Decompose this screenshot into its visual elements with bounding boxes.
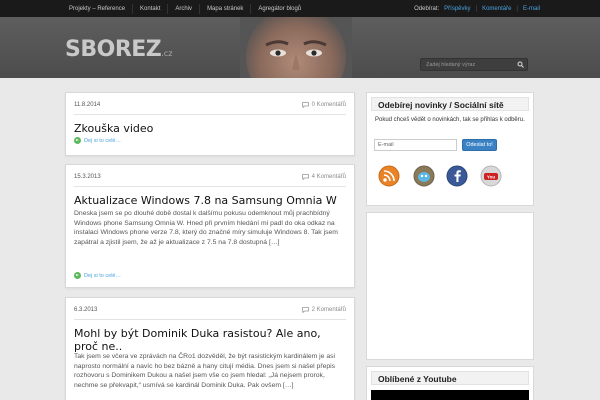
post-date: 15.3.2013	[74, 174, 101, 180]
logo-text: SBOREZ	[65, 37, 162, 62]
post-comments-link[interactable]: 2 Komentářů	[301, 307, 346, 313]
divider	[74, 114, 346, 115]
read-more-link[interactable]: Dej si to celé…	[74, 137, 121, 144]
youtube-widget: Oblíbené z Youtube	[366, 366, 534, 400]
comments-feed-link[interactable]: Komentáře	[482, 6, 511, 12]
post-card: 6.3.2013 2 Komentářů Mohl by být Dominik…	[65, 297, 355, 400]
send-button[interactable]: Odeslat to!	[462, 139, 497, 151]
read-more-link[interactable]: Dej si to celé…	[74, 272, 121, 279]
post-comments-link[interactable]: 0 Komentářů	[301, 102, 346, 108]
email-field[interactable]: E-mail	[374, 139, 457, 151]
search-placeholder: Zadej hledaný výraz	[426, 62, 476, 68]
read-more-icon	[74, 137, 81, 144]
youtube-icon[interactable]: You	[480, 165, 502, 187]
post-meta: 15.3.2013 4 Komentářů	[74, 174, 346, 184]
nav-item-sitemap[interactable]: Mapa stránek	[200, 3, 252, 14]
site-logo[interactable]: SBOREZ.cz	[65, 37, 172, 62]
header-portrait	[240, 17, 352, 78]
email-feed-link[interactable]: E-mail	[523, 6, 540, 12]
divider	[74, 319, 346, 320]
nav-item-archive[interactable]: Archiv	[168, 3, 201, 14]
comment-count: 4 Komentářů	[311, 174, 346, 180]
posts-feed-link[interactable]: Příspěvky	[444, 6, 470, 12]
comment-icon	[301, 307, 309, 313]
post-date: 11.8.2014	[74, 102, 101, 108]
nav-item-projects[interactable]: Projekty – Reference	[62, 3, 134, 14]
comment-icon	[301, 174, 309, 180]
facebook-icon[interactable]	[446, 165, 468, 187]
subscribe-label: Odebírat:	[414, 5, 440, 12]
divider: |	[475, 5, 478, 12]
email-placeholder: E-mail	[378, 142, 394, 148]
rss-icon[interactable]	[378, 165, 400, 187]
top-bar: Projekty – Reference Kontakt Archiv Mapa…	[0, 0, 600, 17]
widget-title: Odebírej novinky / Sociální sítě	[371, 97, 529, 111]
twitter-icon[interactable]	[413, 165, 435, 187]
subscribe-links: Odebírat: Příspěvky | Komentáře | E-mail	[414, 0, 540, 17]
read-more-icon	[74, 272, 81, 279]
svg-text:You: You	[487, 175, 495, 180]
post-card: 15.3.2013 4 Komentářů Aktualizace Window…	[65, 164, 355, 288]
post-date: 6.3.2013	[74, 307, 98, 313]
top-nav: Projekty – Reference Kontakt Archiv Mapa…	[62, 0, 308, 17]
nav-item-aggregator[interactable]: Agregátor blogů	[251, 4, 308, 14]
comment-count: 2 Komentářů	[311, 307, 346, 313]
post-title[interactable]: Aktualizace Windows 7.8 na Samsung Omnia…	[74, 194, 346, 207]
comment-count: 0 Komentářů	[311, 102, 346, 108]
widget-title: Oblíbené z Youtube	[371, 371, 529, 385]
post-title[interactable]: Mohl by být Dominik Duka rasistou? Ale a…	[74, 327, 346, 353]
post-card: 11.8.2014 0 Komentářů Zkouška video Dej …	[65, 92, 355, 156]
search-icon[interactable]	[517, 61, 524, 68]
search-input[interactable]: Zadej hledaný výraz	[420, 58, 528, 71]
post-meta: 6.3.2013 2 Komentářů	[74, 307, 346, 317]
comment-icon	[301, 102, 309, 108]
youtube-player[interactable]	[371, 390, 529, 400]
nav-item-contact[interactable]: Kontakt	[133, 3, 169, 14]
site-header: SBOREZ.cz Zadej hledaný výraz	[0, 17, 600, 78]
divider	[74, 186, 346, 187]
post-title[interactable]: Zkouška video	[74, 122, 346, 135]
read-more-label: Dej si to celé…	[84, 137, 121, 144]
post-meta: 11.8.2014 0 Komentářů	[74, 102, 346, 112]
logo-tld: .cz	[161, 49, 173, 58]
post-comments-link[interactable]: 4 Komentářů	[301, 174, 346, 180]
read-more-label: Dej si to celé…	[84, 272, 121, 279]
post-excerpt: Tak jsem se včera ve zprávách na ČRo1 do…	[74, 353, 336, 390]
post-excerpt: Dneska jsem se po dlouhé době dostal k d…	[74, 210, 338, 247]
widget-text: Pokud chceš vědět o novinkách, tak se př…	[375, 117, 525, 123]
divider: |	[516, 5, 518, 12]
empty-widget	[366, 212, 534, 360]
